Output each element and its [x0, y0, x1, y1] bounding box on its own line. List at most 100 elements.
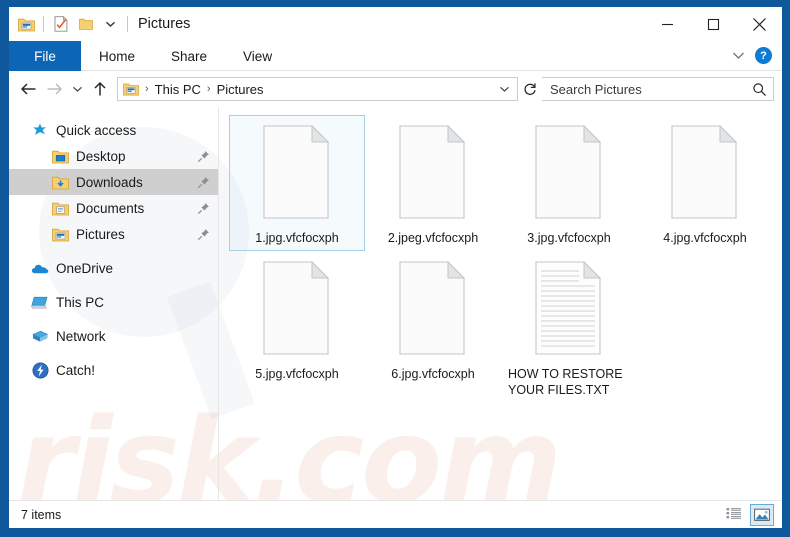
network-icon	[31, 327, 49, 345]
new-folder-icon[interactable]	[73, 12, 98, 36]
sidebar-item-quick-access[interactable]: Quick access	[9, 117, 218, 143]
tab-file[interactable]: File	[9, 41, 81, 71]
sidebar-item-label: OneDrive	[56, 260, 114, 276]
status-bar: 7 items	[9, 500, 782, 528]
breadcrumb-pictures[interactable]: Pictures	[217, 82, 264, 97]
breadcrumb-separator-1: ›	[145, 83, 149, 95]
window-title: Pictures	[138, 16, 191, 32]
details-view-button[interactable]	[722, 504, 746, 526]
sidebar-gap-2	[9, 281, 218, 289]
sidebar-item-catch[interactable]: Catch!	[9, 357, 218, 383]
file-item[interactable]: 6.jpg.vfcfocxph	[365, 251, 501, 403]
sidebar-item-label: Network	[56, 328, 106, 344]
large-icons-view-button[interactable]	[750, 503, 774, 526]
pin-icon[interactable]	[196, 175, 210, 189]
address-bar: › This PC › Pictures Search Pictures	[9, 71, 782, 107]
sidebar-item-onedrive[interactable]: OneDrive	[9, 255, 218, 281]
sidebar-item-pictures[interactable]: Pictures	[9, 221, 218, 247]
ribbon-tabs: File Home Share View ?	[9, 41, 782, 71]
toolbar-separator	[43, 16, 44, 32]
collapse-ribbon-chevron-down-icon[interactable]	[727, 45, 749, 67]
ribbon-right-controls: ?	[727, 41, 782, 70]
file-item[interactable]: 4.jpg.vfcfocxph	[637, 115, 773, 251]
text-file-icon	[522, 258, 616, 360]
pin-icon[interactable]	[196, 227, 210, 241]
sidebar-gap-3	[9, 315, 218, 323]
blank-file-icon	[250, 122, 344, 224]
sidebar-item-network[interactable]: Network	[9, 323, 218, 349]
explorer-body: risk.com Quick access Desktop Downloads …	[9, 107, 782, 500]
this-pc-icon	[31, 293, 49, 311]
sidebar-item-this-pc[interactable]: This PC	[9, 289, 218, 315]
blank-file-icon	[522, 122, 616, 224]
catch-icon	[31, 361, 49, 379]
quick-access-toolbar	[9, 7, 132, 41]
file-item[interactable]: 5.jpg.vfcfocxph	[229, 251, 365, 403]
window-frame: Pictures File Home Share View ? › This P…	[0, 0, 790, 537]
recent-locations-chevron-down-icon[interactable]	[67, 75, 87, 103]
sidebar-item-label: This PC	[56, 294, 105, 310]
pin-icon[interactable]	[196, 201, 210, 215]
help-icon[interactable]: ?	[755, 47, 772, 64]
refresh-icon[interactable]	[518, 78, 542, 100]
onedrive-cloud-icon	[31, 259, 49, 277]
folder-downloads-icon	[51, 173, 69, 191]
title-bar: Pictures	[9, 7, 782, 41]
star-icon	[31, 121, 49, 139]
minimize-button[interactable]	[644, 7, 690, 41]
file-item[interactable]: HOW TO RESTORE YOUR FILES.TXT	[501, 251, 637, 403]
sidebar-item-documents[interactable]: Documents	[9, 195, 218, 221]
properties-icon[interactable]	[48, 12, 73, 36]
folder-pictures-icon	[51, 225, 69, 243]
tab-home[interactable]: Home	[81, 41, 153, 71]
file-name: 1.jpg.vfcfocxph	[255, 231, 339, 245]
sidebar-item-downloads[interactable]: Downloads	[9, 169, 218, 195]
sidebar-item-label: Quick access	[56, 122, 137, 138]
file-name: 4.jpg.vfcfocxph	[663, 231, 747, 245]
file-item[interactable]: 2.jpeg.vfcfocxph	[365, 115, 501, 251]
view-buttons	[722, 503, 774, 526]
sidebar-item-label: Pictures	[76, 226, 125, 242]
file-name: 6.jpg.vfcfocxph	[391, 367, 475, 381]
tab-view[interactable]: View	[225, 41, 290, 71]
sidebar-gap-4	[9, 349, 218, 357]
sidebar-item-label: Catch!	[56, 362, 96, 378]
forward-button[interactable]	[41, 75, 67, 103]
sidebar-item-desktop[interactable]: Desktop	[9, 143, 218, 169]
file-item[interactable]: 1.jpg.vfcfocxph	[229, 115, 365, 251]
maximize-button[interactable]	[690, 7, 736, 41]
address-input[interactable]: › This PC › Pictures	[117, 77, 518, 101]
address-dropdown-chevron-down-icon[interactable]	[493, 78, 515, 100]
window-controls	[644, 7, 782, 41]
breadcrumb-this-pc[interactable]: This PC	[155, 82, 201, 97]
folder-documents-icon	[51, 199, 69, 217]
address-bar-controls	[493, 78, 515, 100]
folder-desktop-icon	[51, 147, 69, 165]
pin-icon[interactable]	[196, 149, 210, 163]
file-name: 3.jpg.vfcfocxph	[527, 231, 611, 245]
customize-dropdown-icon[interactable]	[98, 12, 123, 36]
file-name: 5.jpg.vfcfocxph	[255, 367, 339, 381]
sidebar-item-label: Documents	[76, 200, 145, 216]
search-icon[interactable]	[752, 82, 767, 97]
tab-share[interactable]: Share	[153, 41, 225, 71]
file-list-view[interactable]: 1.jpg.vfcfocxph 2.jpeg.vfcfocxph 3.jpg.v…	[219, 107, 782, 500]
explorer-window: Pictures File Home Share View ? › This P…	[9, 7, 782, 528]
breadcrumb-separator-2: ›	[206, 83, 211, 95]
search-input[interactable]: Search Pictures	[542, 77, 774, 101]
file-name: HOW TO RESTORE YOUR FILES.TXT	[508, 367, 623, 397]
up-button[interactable]	[87, 75, 113, 103]
file-item[interactable]: 3.jpg.vfcfocxph	[501, 115, 637, 251]
blank-file-icon	[250, 258, 344, 360]
folder-icon	[123, 82, 139, 96]
back-button[interactable]	[15, 75, 41, 103]
toolbar-separator-2	[127, 16, 128, 32]
explorer-icon[interactable]	[14, 12, 39, 36]
close-button[interactable]	[736, 7, 782, 41]
sidebar-item-label: Downloads	[76, 174, 143, 190]
search-placeholder: Search Pictures	[550, 81, 642, 97]
item-count: 7 items	[21, 507, 62, 522]
sidebar-gap-1	[9, 247, 218, 255]
file-name: 2.jpeg.vfcfocxph	[387, 231, 479, 245]
navigation-pane: Quick access Desktop Downloads Documents…	[9, 107, 219, 500]
